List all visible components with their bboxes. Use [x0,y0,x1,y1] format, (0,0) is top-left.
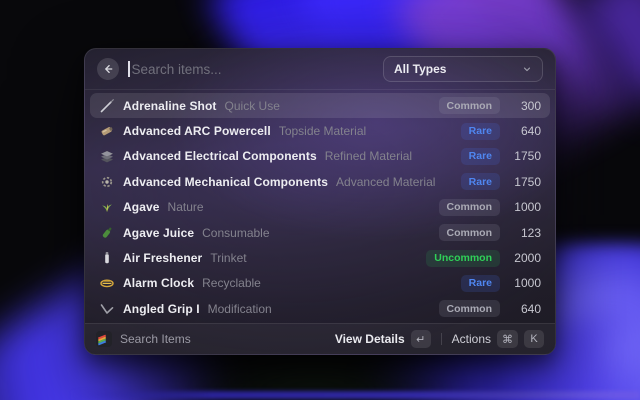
item-category: Topside Material [278,124,367,139]
item-row[interactable]: Advanced Electrical Components Refined M… [90,144,550,169]
item-value: 640 [520,301,541,316]
app-logo-icon [96,331,112,347]
item-value: 1000 [514,200,541,215]
background-bottom-light-line [70,391,640,399]
item-list: Adrenaline Shot Quick Use Common 300 Adv… [85,90,555,325]
item-row[interactable]: Agave Nature Common 1000 [90,195,550,220]
item-row[interactable]: Advanced Mechanical Components Advanced … [90,169,550,194]
rarity-badge: Rare [460,147,500,165]
rarity-badge: Rare [460,173,500,191]
item-row[interactable]: Alarm Clock Recyclable Rare 1000 [90,271,550,296]
text-cursor [128,61,130,77]
item-category: Refined Material [324,149,413,164]
alarm-clock-icon [99,275,115,291]
back-button[interactable] [97,58,119,80]
command-key-icon: ⌘ [497,330,518,348]
chevron-down-icon [523,67,531,72]
item-value: 1000 [514,276,541,291]
type-filter-dropdown[interactable]: All Types [383,56,543,82]
item-row[interactable]: Advanced ARC Powercell Topside Material … [90,118,550,143]
item-category: Nature [167,200,204,215]
item-row[interactable]: Adrenaline Shot Quick Use Common 300 [90,93,550,119]
item-value: 1750 [514,149,541,164]
item-value: 1750 [514,174,541,189]
item-row[interactable]: Agave Juice Consumable Common 123 [90,220,550,245]
actions-label: Actions [451,332,491,346]
electrical-components-icon [99,148,115,164]
enter-key-icon: ↵ [410,330,431,348]
item-category: Advanced Material [336,174,436,189]
item-category: Recyclable [202,276,261,291]
air-freshener-icon [99,250,115,266]
item-row[interactable]: Air Freshener Trinket Uncommon 2000 [90,245,550,270]
mechanical-components-icon [99,174,115,190]
agave-icon [99,199,115,215]
type-filter-value: All Types [394,62,447,76]
item-name: Advanced Mechanical Components [123,174,329,189]
k-key-icon: K [524,330,544,348]
rarity-badge: Rare [460,122,500,140]
item-value: 300 [520,98,541,113]
view-details-label: View Details [334,332,405,346]
item-name: Agave [123,200,160,215]
rarity-badge: Common [438,224,500,242]
angled-grip-icon [99,301,115,317]
item-name: Angled Grip I [123,301,200,316]
view-details-button[interactable]: View Details ↵ [335,330,431,348]
rarity-badge: Common [438,300,500,318]
actions-button[interactable]: Actions ⌘ K [452,330,544,348]
item-name: Adrenaline Shot [123,98,217,113]
adrenaline-shot-icon [99,98,115,114]
item-name: Advanced Electrical Components [123,149,317,164]
search-header: Search items... All Types [85,49,555,90]
rarity-badge: Rare [460,274,500,292]
agave-juice-icon [99,225,115,241]
item-category: Quick Use [224,98,280,113]
item-category: Modification [207,301,272,316]
arrow-left-icon [105,64,113,74]
item-value: 123 [520,225,541,240]
item-category: Trinket [210,251,247,266]
item-name: Agave Juice [123,225,195,240]
app-label: Search Items [120,332,191,346]
footer-actions: View Details ↵ Actions ⌘ K [335,330,544,348]
rarity-badge: Common [438,198,500,216]
search-placeholder: Search items... [131,61,222,77]
item-category: Consumable [202,225,270,240]
item-value: 640 [520,124,541,139]
item-name: Alarm Clock [123,276,195,291]
item-value: 2000 [514,251,541,266]
item-name: Advanced ARC Powercell [123,124,271,139]
search-input[interactable]: Search items... [128,61,374,77]
item-search-palette: Search items... All Types Adrenaline Sho… [84,48,556,355]
footer-divider [440,333,442,345]
palette-footer: Search Items View Details ↵ Actions ⌘ K [85,323,555,354]
item-row[interactable]: Angled Grip I Modification Common 640 [90,296,550,321]
arc-powercell-icon [99,123,115,139]
item-name: Air Freshener [123,251,203,266]
rarity-badge: Uncommon [426,249,500,267]
rarity-badge: Common [438,97,500,115]
